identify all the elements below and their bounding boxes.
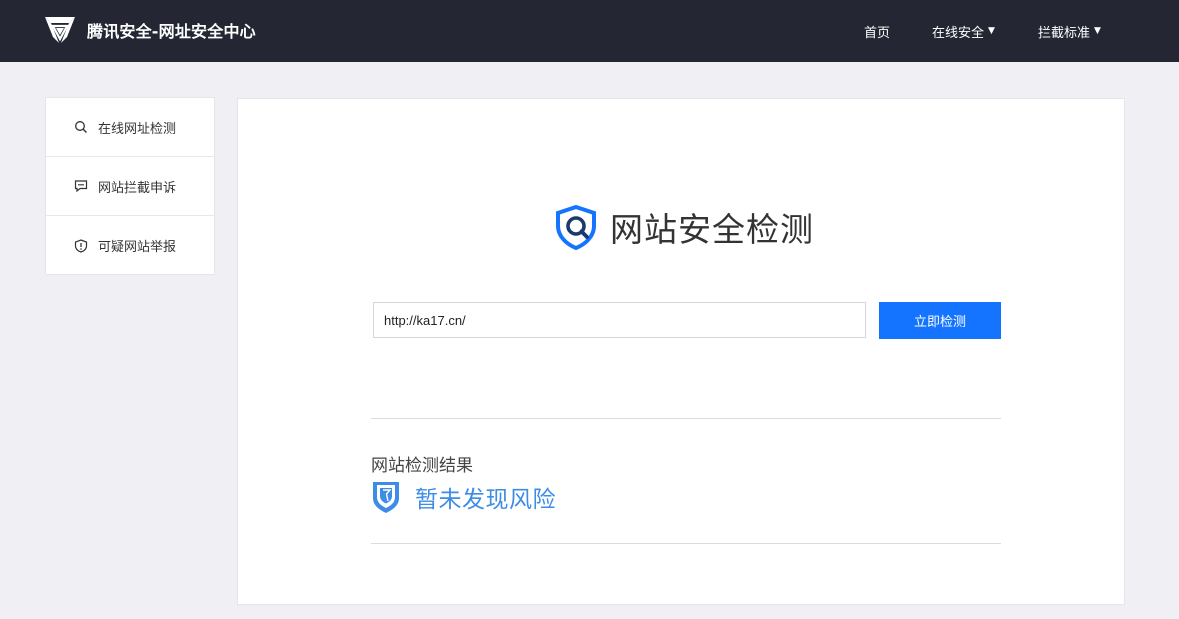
nav-standard-wrap: 拦截标准 ▼ [1038, 0, 1101, 62]
page-heading: 网站安全检测 [554, 204, 814, 250]
nav-online-security[interactable]: 在线安全 ▼ [932, 22, 995, 41]
divider [371, 418, 1001, 419]
tencent-security-logo-icon [45, 17, 75, 43]
nav-home-label: 首页 [864, 25, 891, 41]
divider [371, 543, 1001, 544]
brand[interactable]: 腾讯安全-网址安全中心 [43, 13, 256, 47]
check-now-button[interactable]: 立即检测 [879, 302, 1001, 339]
brand-title: 腾讯安全-网址安全中心 [87, 22, 256, 41]
sidebar-item-label: 在线网址检测 [98, 121, 177, 137]
search-icon [75, 121, 87, 133]
page-title: 网站安全检测 [610, 210, 814, 249]
result-text: 暂未发现风险 [415, 487, 556, 513]
nav-online-wrap: 在线安全 ▼ [932, 0, 995, 62]
sidebar-item-url-check[interactable]: 在线网址检测 [46, 98, 214, 157]
shield-alert-icon [74, 238, 88, 253]
security-check-icon [556, 204, 596, 250]
safe-shield-icon [373, 482, 399, 513]
chat-icon [74, 180, 88, 193]
nav-online-security-label: 在线安全 [932, 25, 985, 41]
result-heading: 网站检测结果 [371, 456, 473, 476]
nav-block-standard[interactable]: 拦截标准 ▼ [1038, 22, 1101, 41]
nav-home[interactable]: 首页 [864, 22, 890, 41]
sidebar-item-report[interactable]: 可疑网站举报 [46, 216, 214, 275]
sidebar: 在线网址检测 网站拦截申诉 可疑网站举报 [45, 97, 215, 275]
url-input[interactable] [373, 302, 866, 338]
result-status: 暂未发现风险 [371, 479, 556, 515]
caret-down-icon: ▼ [1094, 26, 1101, 36]
nav-block-standard-label: 拦截标准 [1038, 25, 1091, 41]
sidebar-item-label: 可疑网站举报 [98, 240, 177, 255]
caret-down-icon: ▼ [988, 26, 995, 36]
nav-home-wrap: 首页 [864, 0, 890, 62]
main-panel: 网站安全检测 立即检测 网站检测结果 暂未发现风险 [237, 98, 1125, 605]
sidebar-item-appeal[interactable]: 网站拦截申诉 [46, 157, 214, 216]
top-navbar: 腾讯安全-网址安全中心 首页 在线安全 ▼ 拦截标准 ▼ [0, 0, 1179, 62]
sidebar-item-label: 网站拦截申诉 [98, 180, 177, 196]
